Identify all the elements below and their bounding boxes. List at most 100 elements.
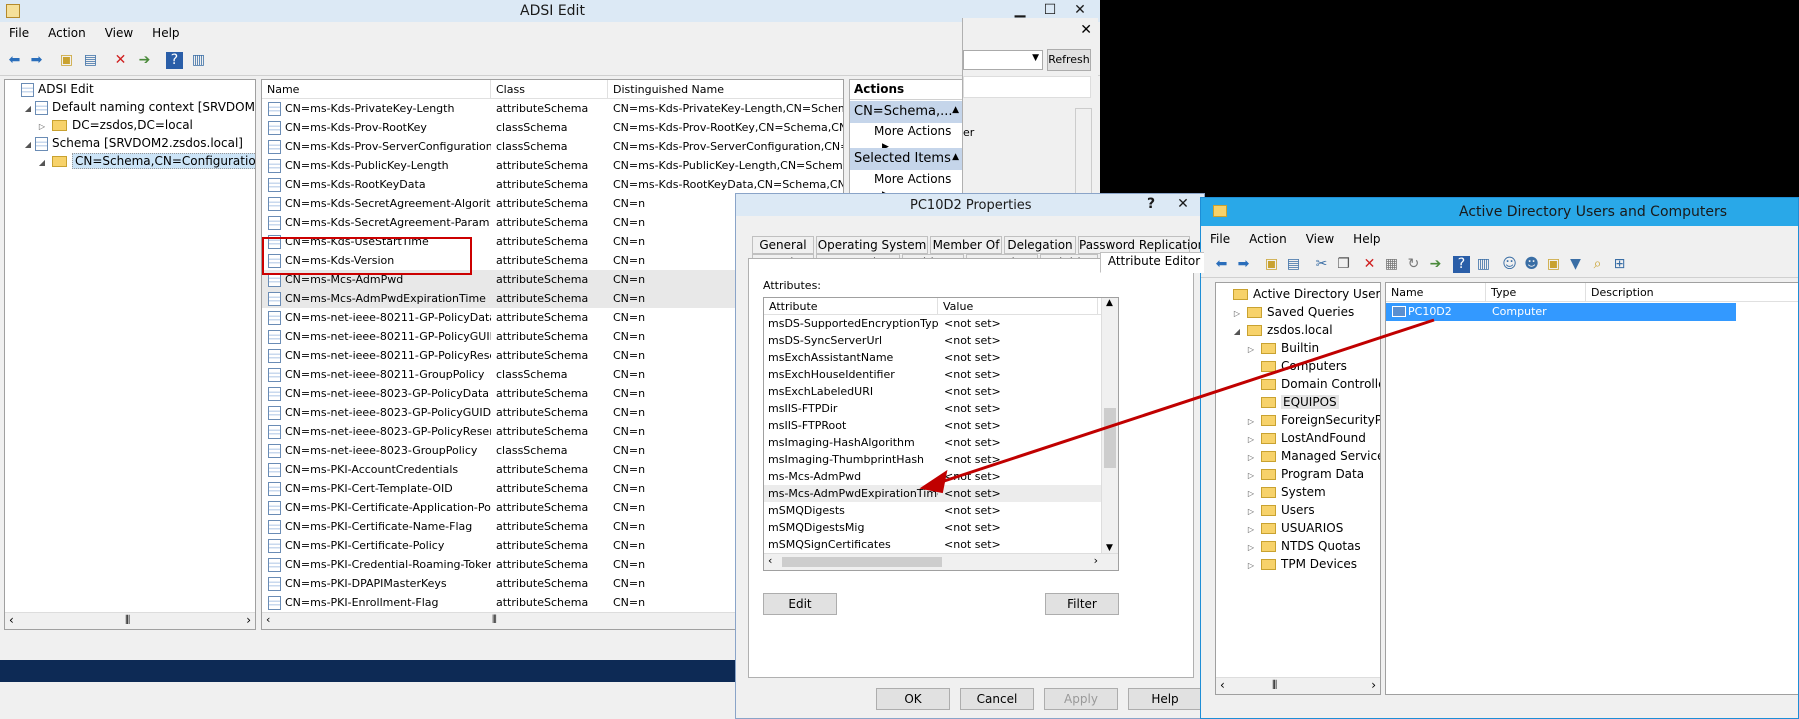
- tab-general[interactable]: General: [752, 236, 814, 254]
- tree-node[interactable]: ADSI Edit: [5, 80, 255, 98]
- aduc-column-name[interactable]: Name: [1386, 283, 1486, 302]
- menu-file[interactable]: File: [0, 24, 39, 44]
- new-user-icon[interactable]: ☺: [1501, 256, 1518, 273]
- action-pane-icon[interactable]: ▥: [1475, 256, 1492, 273]
- tree-node[interactable]: ◢Default naming context [SRVDOM2.zsdos.l…: [5, 98, 255, 116]
- edit-button[interactable]: Edit: [763, 593, 837, 615]
- delete-icon[interactable]: ✕: [112, 52, 129, 69]
- properties-icon[interactable]: ▦: [1383, 256, 1400, 273]
- expand-icon[interactable]: ▷: [1246, 557, 1256, 575]
- tree-node[interactable]: ◢ zsdos.local: [1216, 321, 1380, 339]
- attribute-row[interactable]: msIIS-FTPRoot <not set>: [764, 417, 1101, 434]
- aduc-menu-view[interactable]: View: [1297, 230, 1344, 250]
- actions-group-selected[interactable]: Selected Items ▲: [850, 148, 963, 170]
- expand-icon[interactable]: ◢: [37, 154, 47, 172]
- export-list-icon[interactable]: ➔: [136, 52, 153, 69]
- tree-node[interactable]: ▷ Program Data: [1216, 465, 1380, 483]
- tree-node[interactable]: ▷ Saved Queries: [1216, 303, 1380, 321]
- cut-icon[interactable]: ✂: [1313, 256, 1330, 273]
- back-icon[interactable]: ⬅: [6, 52, 23, 69]
- find-icon[interactable]: ⌕: [1589, 256, 1606, 273]
- show-hide-tree-icon[interactable]: ▤: [82, 52, 99, 69]
- refresh-button[interactable]: Refresh: [1047, 49, 1091, 71]
- collapse-up-icon[interactable]: ▲: [952, 105, 959, 115]
- table-row[interactable]: CN=ms-Kds-RootKeyData attributeSchema CN=m…: [262, 175, 843, 194]
- up-folder-icon[interactable]: ▣: [1263, 256, 1280, 273]
- attribute-row[interactable]: msImaging-HashAlgorithm <not set>: [764, 434, 1101, 451]
- list-item-pc10d2[interactable]: PC10D2 Computer: [1386, 303, 1736, 321]
- aduc-menu-action[interactable]: Action: [1240, 230, 1297, 250]
- new-ou-icon[interactable]: ▣: [1545, 256, 1562, 273]
- attribute-row[interactable]: msDS-SyncServerUrl <not set>: [764, 332, 1101, 349]
- menu-view[interactable]: View: [96, 24, 143, 44]
- attribute-horizontal-scrollbar[interactable]: ‹ ›: [764, 553, 1118, 570]
- show-hide-tree-icon[interactable]: ▤: [1285, 256, 1302, 273]
- aduc-menu-file[interactable]: File: [1201, 230, 1240, 250]
- column-dn[interactable]: Distinguished Name: [608, 80, 843, 99]
- help-icon[interactable]: ?: [166, 52, 183, 69]
- maximize-button[interactable]: ☐: [1035, 0, 1065, 20]
- menu-help[interactable]: Help: [143, 24, 189, 44]
- tree-node[interactable]: ▷ LostAndFound: [1216, 429, 1380, 447]
- column-attribute[interactable]: Attribute: [764, 298, 938, 315]
- new-group-icon[interactable]: ☻: [1523, 256, 1540, 273]
- filter-button[interactable]: Filter: [1045, 593, 1119, 615]
- forward-icon[interactable]: ➡: [1235, 256, 1252, 273]
- table-row[interactable]: CN=ms-Kds-PublicKey-Length attributeSchem…: [262, 156, 843, 175]
- column-value[interactable]: Value: [938, 298, 1098, 315]
- back-icon[interactable]: ⬅: [1213, 256, 1230, 273]
- delete-icon[interactable]: ✕: [1361, 256, 1378, 273]
- attribute-row[interactable]: ms-Mcs-AdmPwd <not set>: [764, 468, 1101, 485]
- tree-node[interactable]: ▷ USUARIOS: [1216, 519, 1380, 537]
- attribute-row[interactable]: mSMQSignCertificates <not set>: [764, 536, 1101, 553]
- tree-node[interactable]: EQUIPOS: [1216, 393, 1380, 411]
- attribute-vertical-scrollbar[interactable]: ▲ ▼: [1101, 298, 1118, 553]
- attribute-row[interactable]: msIIS-FTPDir <not set>: [764, 400, 1101, 417]
- forward-icon[interactable]: ➡: [28, 52, 45, 69]
- minimize-button[interactable]: ▁: [1005, 0, 1035, 20]
- tab-member-of[interactable]: Member Of: [930, 236, 1002, 254]
- ok-button[interactable]: OK: [876, 688, 950, 710]
- add-to-group-icon[interactable]: ⊞: [1611, 256, 1628, 273]
- copy-icon[interactable]: ❐: [1335, 256, 1352, 273]
- tree-node[interactable]: ◢ CN=Schema,CN=Configuration,DC=zsdos,: [5, 152, 255, 170]
- refresh-icon[interactable]: ↻: [1405, 256, 1422, 273]
- tree-node[interactable]: ▷ Users: [1216, 501, 1380, 519]
- column-name[interactable]: Name: [262, 80, 491, 99]
- table-row[interactable]: CN=ms-Kds-PrivateKey-Length attributeSche…: [262, 99, 843, 118]
- tree-node[interactable]: ▷Managed Service Accour: [1216, 447, 1380, 465]
- help-icon[interactable]: ?: [1453, 256, 1470, 273]
- tree-node[interactable]: ◢ Schema [SRVDOM2.zsdos.local]: [5, 134, 255, 152]
- tree-node[interactable]: Computers: [1216, 357, 1380, 375]
- tree-node[interactable]: ▷ TPM Devices: [1216, 555, 1380, 573]
- help-button[interactable]: Help: [1128, 688, 1202, 710]
- attribute-row[interactable]: msExchHouseIdentifier <not set>: [764, 366, 1101, 383]
- action-pane-icon[interactable]: ▥: [190, 52, 207, 69]
- background-close-icon[interactable]: ✕: [1080, 22, 1092, 38]
- tree-node[interactable]: ▷ForeignSecurityPrincipals: [1216, 411, 1380, 429]
- filter-icon[interactable]: ▼: [1567, 256, 1584, 273]
- attribute-row[interactable]: msExchAssistantName <not set>: [764, 349, 1101, 366]
- up-folder-icon[interactable]: ▣: [58, 52, 75, 69]
- actions-group-schema[interactable]: CN=Schema,... ▲: [850, 101, 963, 123]
- menu-action[interactable]: Action: [39, 24, 96, 44]
- table-row[interactable]: CN=ms-Kds-Prov-RootKey classSchema CN=ms-K…: [262, 118, 843, 137]
- export-icon[interactable]: ➔: [1427, 256, 1444, 273]
- aduc-menu-help[interactable]: Help: [1344, 230, 1390, 250]
- tree-horizontal-scrollbar[interactable]: ‹ ⦀ ›: [5, 612, 255, 629]
- collapse-up-icon[interactable]: ▲: [952, 152, 959, 162]
- attribute-row[interactable]: msDS-SupportedEncryptionTypes <not set>: [764, 315, 1101, 332]
- column-class[interactable]: Class: [491, 80, 608, 99]
- help-title-button[interactable]: ?: [1136, 194, 1166, 214]
- tab-operating-system[interactable]: Operating System: [816, 236, 928, 254]
- tree-node[interactable]: Active Directory Users and Com: [1216, 285, 1380, 303]
- attribute-row[interactable]: msImaging-ThumbprintHash <not set>: [764, 451, 1101, 468]
- tree-node[interactable]: ▷ NTDS Quotas: [1216, 537, 1380, 555]
- tree-node[interactable]: ▷ DC=zsdos,DC=local: [5, 116, 255, 134]
- background-combo[interactable]: ▼: [963, 50, 1043, 70]
- attribute-row[interactable]: mSMQDigestsMig <not set>: [764, 519, 1101, 536]
- properties-close-button[interactable]: ✕: [1168, 194, 1198, 214]
- attribute-row[interactable]: mSMQDigests <not set>: [764, 502, 1101, 519]
- cancel-button[interactable]: Cancel: [960, 688, 1034, 710]
- tree-node[interactable]: ▷ Builtin: [1216, 339, 1380, 357]
